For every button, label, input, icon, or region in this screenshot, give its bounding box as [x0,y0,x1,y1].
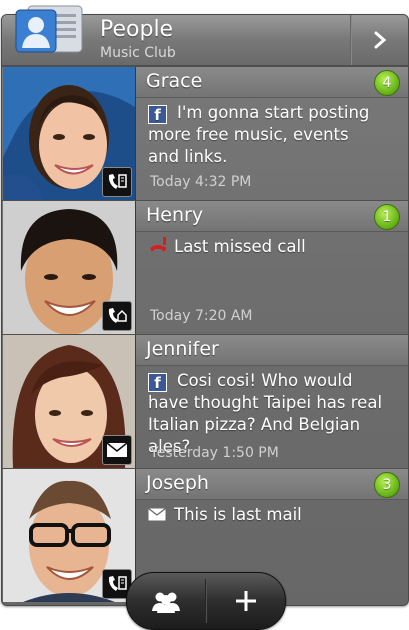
widget-title: People [100,17,174,42]
groups-button[interactable] [127,573,205,629]
contact-name: Jennifer [146,338,219,360]
contact-name: Grace [146,70,203,92]
message-text: This is last mail [174,505,302,524]
people-app-icon[interactable] [12,4,84,60]
plus-icon [236,591,256,611]
name-bar: Grace 4 [136,67,408,98]
message-text-block: Last missed call [148,236,384,258]
contact-row[interactable]: Grace 4 f I'm gonna start posting more fr… [2,66,408,201]
name-bar: Henry 1 [136,201,408,232]
message-text-block: This is last mail [148,504,384,526]
phone-book-icon[interactable] [102,167,132,197]
chevron-right-icon [374,31,387,49]
mail-icon [148,508,166,521]
contact-photo[interactable] [3,335,136,468]
people-widget: People Music Club Grace 4 f I'm gonna st… [1,14,409,606]
phone-home-icon[interactable] [102,301,132,331]
facebook-icon: f [148,105,167,124]
contact-row[interactable]: Jennifer f Cosi cosi! Who would have thou… [2,334,408,469]
people-icon [152,592,180,613]
mail-icon[interactable] [102,435,132,465]
message-text: I'm gonna start posting more free music,… [148,103,370,166]
message-time: Yesterday 1:50 PM [150,445,279,461]
contact-row[interactable]: Henry 1 Last missed call Today 7:20 AM [2,200,408,335]
contact-name: Joseph [146,472,209,494]
message-time: Today 4:32 PM [150,174,252,190]
contact-photo[interactable] [3,469,136,602]
bottom-action-bar [126,572,286,630]
unread-badge: 1 [374,204,400,230]
unread-badge: 3 [374,472,400,498]
message-text: Last missed call [174,237,306,256]
missed-call-icon [150,237,166,252]
name-bar: Joseph 3 [136,469,408,500]
unread-badge: 4 [374,70,400,96]
contact-photo[interactable] [3,67,136,200]
message-text-block: f I'm gonna start posting more free music… [148,102,384,168]
contact-photo[interactable] [3,201,136,334]
facebook-icon: f [148,373,167,392]
add-contact-button[interactable] [207,573,285,629]
contact-name: Henry [146,204,204,226]
name-bar: Jennifer [136,335,408,366]
message-text: Cosi cosi! Who would have thought Taipei… [148,371,383,456]
message-time: Today 7:20 AM [150,308,253,324]
widget-subtitle: Music Club [100,45,176,61]
next-button[interactable] [352,15,408,65]
